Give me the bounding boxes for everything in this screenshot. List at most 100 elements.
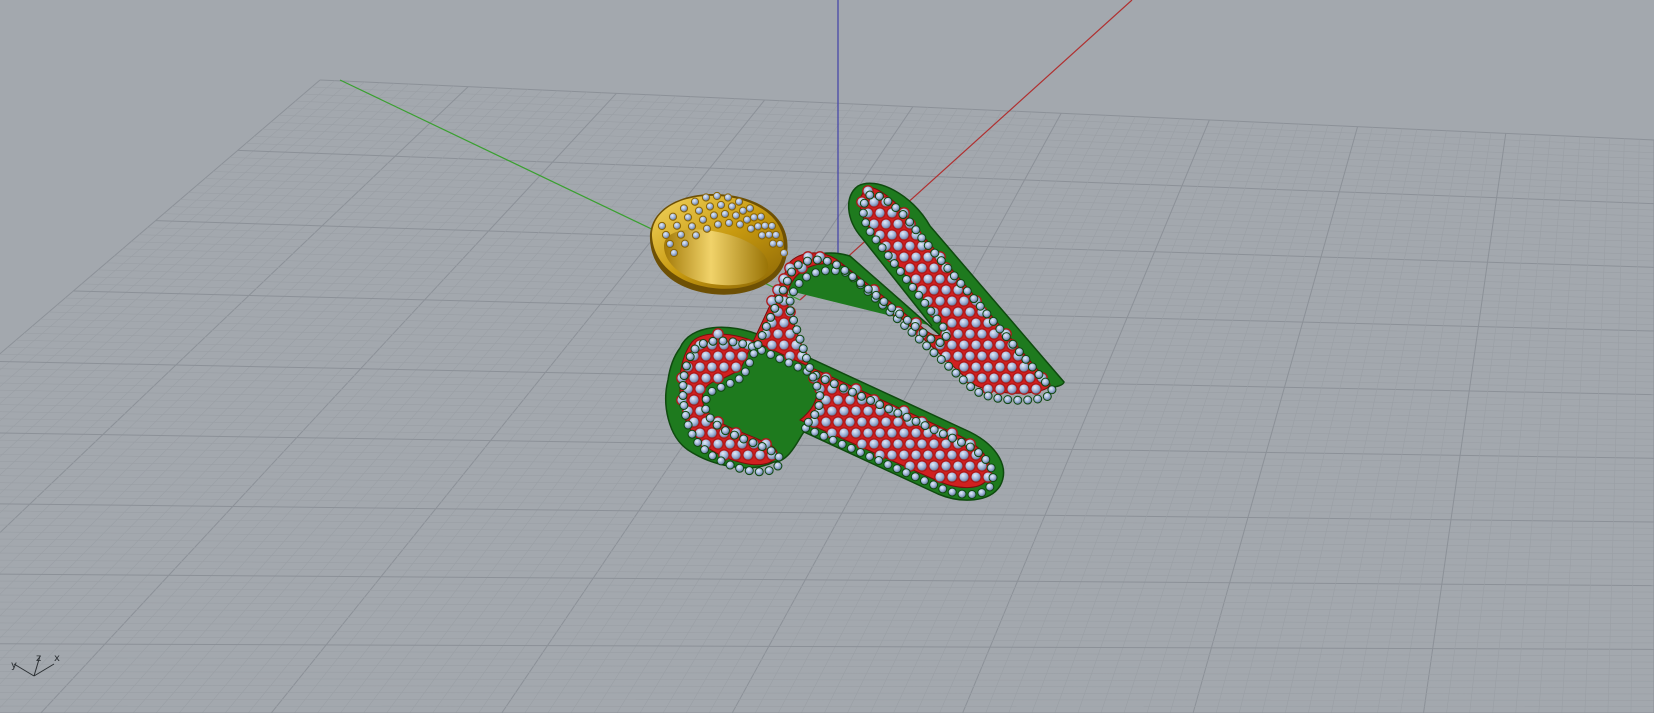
rim-gem (874, 191, 884, 201)
face-gem (694, 361, 706, 373)
face-gem (1024, 372, 1036, 384)
rim-gem (938, 484, 948, 494)
rim-gem (910, 321, 920, 331)
bail-gem (724, 218, 734, 228)
rim-gem (1040, 377, 1050, 387)
bail-gem (676, 230, 686, 239)
bail-gem (668, 212, 678, 221)
bail-gem (738, 206, 748, 215)
face-gem (958, 449, 970, 461)
rim-gem (935, 338, 945, 348)
rim-gem (966, 382, 976, 392)
rim-gem (761, 321, 771, 331)
rim-gem (1047, 385, 1057, 395)
face-gem (742, 449, 754, 461)
face-gem (1006, 383, 1018, 395)
rim-gem (855, 447, 865, 457)
bail-loop[interactable] (649, 191, 789, 295)
bail-gem (742, 215, 752, 224)
face-gem (994, 361, 1006, 373)
face-gem (898, 449, 910, 461)
face-gem (970, 317, 982, 329)
rim-gem (840, 265, 850, 275)
rim-gem (679, 371, 689, 381)
rim-gem (846, 443, 856, 453)
rim-gem (679, 401, 689, 411)
rim-gem (685, 352, 695, 362)
rim-gem (701, 404, 711, 414)
bail-gem (749, 213, 759, 222)
rim-gem (919, 476, 929, 486)
face-gem (1006, 361, 1018, 373)
rim-gem (749, 349, 759, 359)
rim-gem (929, 425, 939, 435)
rim-gem (902, 274, 912, 284)
rim-gem (785, 306, 795, 316)
bail-gem (775, 239, 785, 249)
rim-gem (957, 489, 967, 499)
rim-gem (716, 456, 726, 466)
rim-gem (930, 248, 940, 258)
rim-gem (764, 466, 774, 476)
rim-gem (938, 322, 948, 332)
rim-gem (1013, 395, 1023, 405)
rim-gem (932, 314, 942, 324)
rim-gem (936, 256, 946, 266)
gizmo-z-label: z (36, 653, 41, 664)
rim-gem (773, 461, 783, 471)
bail-gem (760, 221, 770, 230)
rim-gem (708, 336, 718, 346)
rim-gem (774, 452, 784, 462)
rim-gem (795, 334, 805, 344)
rim-gem (739, 434, 749, 444)
face-gem (712, 372, 724, 384)
rim-gem (678, 391, 688, 401)
face-gem (910, 251, 922, 263)
rim-gem (701, 394, 711, 404)
rim-gem (893, 408, 903, 418)
w-pendant-model[interactable] (649, 182, 1065, 501)
rim-gem (815, 391, 825, 401)
rim-gem (883, 196, 893, 206)
bail-gem (764, 230, 774, 239)
rim-gem (789, 315, 799, 325)
face-gem (976, 328, 988, 340)
rim-gem (871, 235, 881, 245)
rim-gem (718, 336, 728, 346)
bail-gem (694, 206, 704, 215)
bail-gem (746, 224, 756, 233)
face-gem (880, 416, 892, 428)
viewport-canvas[interactable]: y z x (0, 0, 1654, 713)
rim-gem (910, 472, 920, 482)
rim-gem (917, 233, 927, 243)
face-gem (952, 328, 964, 340)
rim-gem (944, 361, 954, 371)
rim-gem (1003, 395, 1013, 405)
face-gem (964, 328, 976, 340)
gizmo-y-label: y (11, 660, 17, 671)
face-gem (880, 218, 892, 230)
face-gem (958, 361, 970, 373)
face-gem (898, 427, 910, 439)
bail-gem (735, 220, 745, 229)
rim-gem (941, 331, 951, 341)
perspective-viewport[interactable]: y z x (0, 0, 1654, 713)
face-gem (898, 229, 910, 241)
bail-gem (716, 200, 726, 210)
bail-gem (672, 221, 682, 230)
rim-gem (681, 410, 691, 420)
rim-gem (757, 331, 767, 341)
face-gem (928, 460, 940, 472)
bail-gem (731, 211, 741, 220)
rim-gem (865, 451, 875, 461)
face-gem (958, 471, 970, 483)
rim-gem (914, 290, 924, 300)
face-gem (934, 295, 946, 307)
rim-gem (810, 427, 820, 437)
face-gem (982, 361, 994, 373)
bail-gem (709, 211, 719, 220)
face-gem (832, 416, 844, 428)
bail-gem (723, 193, 733, 202)
rim-gem (855, 278, 865, 288)
face-gem (772, 328, 784, 340)
